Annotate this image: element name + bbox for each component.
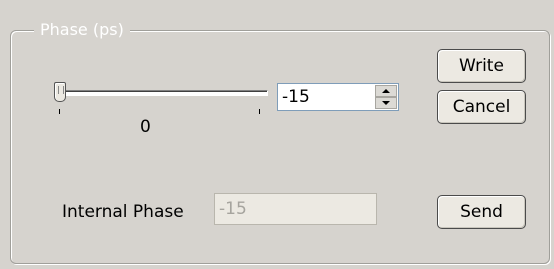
phase-slider-thumb[interactable] — [54, 82, 66, 102]
cancel-button[interactable]: Cancel — [437, 90, 526, 124]
spin-up-button[interactable] — [375, 85, 397, 97]
phase-spinbox[interactable] — [277, 83, 399, 111]
internal-phase-field: -15 — [214, 193, 377, 225]
phase-group-legend: Phase (ps) — [34, 19, 130, 41]
slider-tick-min — [59, 109, 60, 114]
slider-value-label: 0 — [140, 117, 151, 137]
phase-slider-track[interactable] — [60, 90, 268, 96]
phase-spin-input[interactable] — [278, 84, 364, 110]
send-button[interactable]: Send — [437, 195, 526, 229]
spin-buttons — [375, 85, 397, 109]
internal-phase-label: Internal Phase — [62, 202, 184, 222]
write-button[interactable]: Write — [437, 49, 526, 83]
slider-tick-max — [259, 109, 260, 114]
spin-down-button[interactable] — [375, 97, 397, 109]
